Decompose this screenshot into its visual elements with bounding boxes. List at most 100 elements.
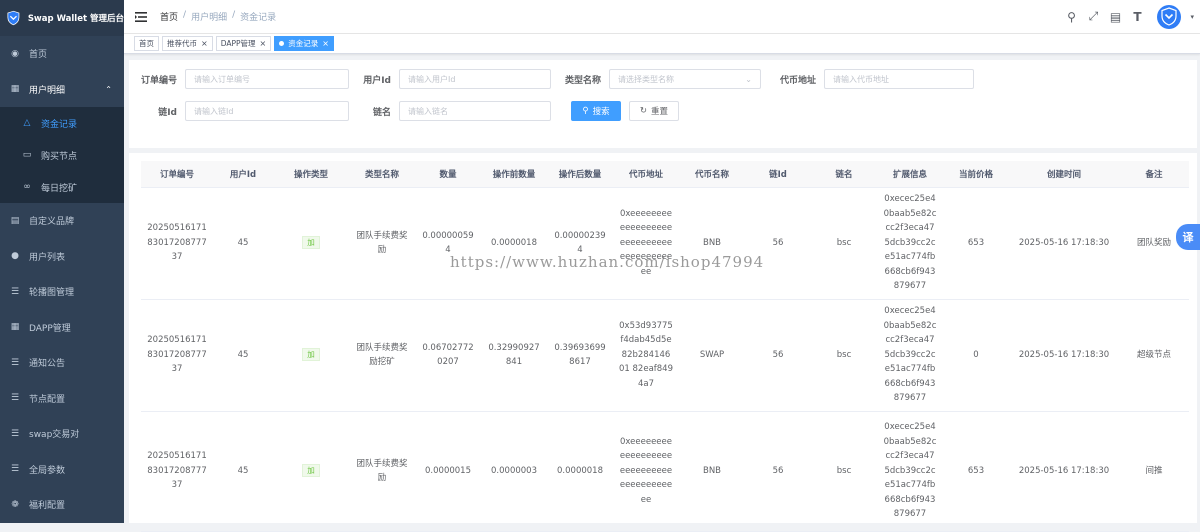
cell-after-amount: 0.000002394 [547, 187, 613, 300]
sidebar: Swap Wallet 管理后台 ◉ 首页 ▦ 用户明细 ⌃ △ 资金记录 ▭ … [0, 0, 124, 523]
hamburger-icon[interactable] [134, 10, 148, 24]
cell-token-name: BNB [679, 411, 745, 532]
chevron-down-icon[interactable]: ▾ [1190, 13, 1194, 21]
dashboard-icon: ◉ [11, 48, 19, 59]
sidebar-item-swap-pairs[interactable]: ☰ swap交易对 [0, 416, 124, 452]
close-icon[interactable]: × [260, 39, 267, 48]
cell-type-name: 团队手续费奖励 [349, 411, 415, 532]
cell-user-id: 45 [213, 187, 273, 300]
sidebar-item-user-details[interactable]: ▦ 用户明细 ⌃ [0, 72, 124, 108]
tags-view: 首页 推荐代币 × DAPP管理 × 资金记录 × [124, 34, 1200, 54]
cell-chain-name: bsc [811, 411, 877, 532]
grid-icon: ▦ [10, 322, 20, 333]
cell-before-amount: 0.0000018 [481, 187, 547, 300]
sidebar-item-daily-mining[interactable]: ∞ 每日挖矿 [0, 171, 124, 203]
op-type-badge: 加 [302, 463, 320, 477]
cell-created-at: 2025-05-16 17:18:30 [1009, 299, 1119, 412]
sidebar-item-carousel[interactable]: ☰ 轮播图管理 [0, 274, 124, 310]
close-icon[interactable]: × [322, 39, 329, 48]
cell-token-name: SWAP [679, 299, 745, 412]
cell-type-name: 团队手续费奖励挖矿 [349, 299, 415, 412]
sidebar-item-label: 用户明细 [29, 85, 66, 96]
token-address-label: 代币地址 [779, 75, 816, 86]
column-header: 操作类型 [273, 161, 349, 188]
sidebar-item-node-config[interactable]: ☰ 节点配置 [0, 381, 124, 417]
search-form: 订单编号 请输入订单编号 用户Id 请输入用户Id 类型名称 请选择类型名称 ⌄ … [129, 60, 1197, 148]
sidebar-item-custom-brand[interactable]: ▤ 自定义品牌 [0, 203, 124, 239]
op-type-badge: 加 [302, 235, 320, 249]
sidebar-item-home[interactable]: ◉ 首页 [0, 36, 124, 72]
table-row: 2025051617183017208777 37 45 加 团队手续费奖励挖矿… [141, 299, 1189, 412]
sidebar-item-label: swap交易对 [29, 430, 80, 441]
user-id-input[interactable]: 请输入用户Id [399, 69, 551, 89]
infinity-icon: ∞ [23, 182, 31, 192]
refresh-icon: ↻ [639, 106, 648, 116]
sidebar-item-user-list[interactable]: ● 用户列表 [0, 239, 124, 275]
logo[interactable]: Swap Wallet 管理后台 [0, 0, 124, 36]
tag-label: DAPP管理 [220, 39, 256, 48]
breadcrumb-item: 用户明细 [191, 13, 228, 23]
list-icon: ☰ [10, 286, 20, 297]
active-dot-icon [279, 41, 285, 46]
token-address-input[interactable]: 请输入代币地址 [824, 69, 974, 89]
sidebar-item-global-params[interactable]: ☰ 全局参数 [0, 452, 124, 488]
sidebar-item-label: 购买节点 [41, 151, 78, 162]
tag-home[interactable]: 首页 [134, 36, 159, 51]
order-no-input[interactable]: 请输入订单编号 [185, 69, 349, 89]
type-name-select[interactable]: 请选择类型名称 ⌄ [609, 69, 761, 89]
cell-user-id: 45 [213, 411, 273, 532]
field-type-name: 类型名称 请选择类型名称 ⌄ [559, 69, 761, 89]
user-icon: ● [11, 251, 19, 262]
column-header: 操作前数量 [481, 161, 547, 188]
cell-chain-id: 56 [745, 187, 811, 300]
table-row: 2025051617183017208777 37 45 加 团队手续费奖励 0… [141, 187, 1189, 300]
close-icon[interactable]: × [201, 39, 208, 48]
cell-amount: 0.0000015 [415, 411, 481, 532]
tag-fund-records[interactable]: 资金记录 × [274, 36, 334, 51]
tag-recommend-token[interactable]: 推荐代币 × [162, 36, 213, 51]
cell-token-address: 0x53d93775f4dab45d5e82b28414601 82eaf849… [613, 299, 679, 412]
cell-created-at: 2025-05-16 17:18:30 [1009, 411, 1119, 532]
column-header: 链Id [745, 161, 811, 188]
search-button-label: 搜索 [592, 107, 610, 117]
chain-name-input[interactable]: 请输入链名 [399, 101, 551, 121]
cell-token-name: BNB [679, 187, 745, 300]
sidebar-item-notice[interactable]: ☰ 通知公告 [0, 345, 124, 381]
cell-chain-id: 56 [745, 299, 811, 412]
sidebar-item-label: 资金记录 [41, 119, 78, 130]
cell-before-amount: 0.0000003 [481, 411, 547, 532]
sidebar-item-label: 用户列表 [29, 252, 66, 263]
table-header-row: 订单编号 用户Id 操作类型 类型名称 数量 操作前数量 操作后数量 代币地址 … [141, 161, 1189, 188]
sidebar-item-label: 福利配置 [29, 501, 66, 512]
sidebar-item-fund-records[interactable]: △ 资金记录 [0, 107, 124, 139]
sidebar-item-buy-node[interactable]: ▭ 购买节点 [0, 139, 124, 171]
monitor-icon: ▭ [22, 150, 32, 160]
sidebar-item-label: 通知公告 [29, 359, 66, 370]
fullscreen-icon[interactable]: ⤢ [1082, 9, 1104, 24]
table-card: 订单编号 用户Id 操作类型 类型名称 数量 操作前数量 操作后数量 代币地址 … [129, 153, 1197, 532]
font-size-icon[interactable]: T [1126, 10, 1148, 24]
sidebar-item-label: 每日挖矿 [41, 183, 78, 194]
search-icon[interactable]: ⚲ [1060, 10, 1082, 24]
avatar[interactable] [1156, 4, 1182, 30]
translate-button[interactable]: 译 [1176, 224, 1200, 250]
search-button[interactable]: ⚲ 搜索 [571, 101, 621, 121]
cell-ext-info: 0xecec25e40baab5e82ccc2f3eca475dcb39cc2c… [877, 299, 943, 412]
sidebar-item-welfare[interactable]: ❁ 福利配置 [0, 487, 124, 523]
chain-id-input[interactable]: 请输入链Id [185, 101, 349, 121]
language-icon[interactable]: ▤ [1104, 10, 1126, 24]
column-header: 代币名称 [679, 161, 745, 188]
breadcrumb-item[interactable]: 首页 [160, 10, 178, 23]
cell-ext-info: 0xecec25e40baab5e82ccc2f3eca475dcb39cc2c… [877, 411, 943, 532]
tag-dapp[interactable]: DAPP管理 × [215, 36, 272, 51]
cell-order-no: 2025051617183017208777 37 [141, 299, 213, 412]
cell-after-amount: 0.396936998617 [547, 299, 613, 412]
sidebar-item-label: 自定义品牌 [29, 217, 75, 228]
reset-button[interactable]: ↻ 重置 [629, 101, 679, 121]
breadcrumb-separator: / [232, 10, 236, 20]
cell-before-amount: 0.32990927841 [481, 299, 547, 412]
sidebar-item-label: 全局参数 [29, 465, 66, 476]
chain-name-label: 链名 [372, 107, 391, 118]
sidebar-item-dapp[interactable]: ▦ DAPP管理 [0, 310, 124, 346]
column-header: 扩展信息 [877, 161, 943, 188]
